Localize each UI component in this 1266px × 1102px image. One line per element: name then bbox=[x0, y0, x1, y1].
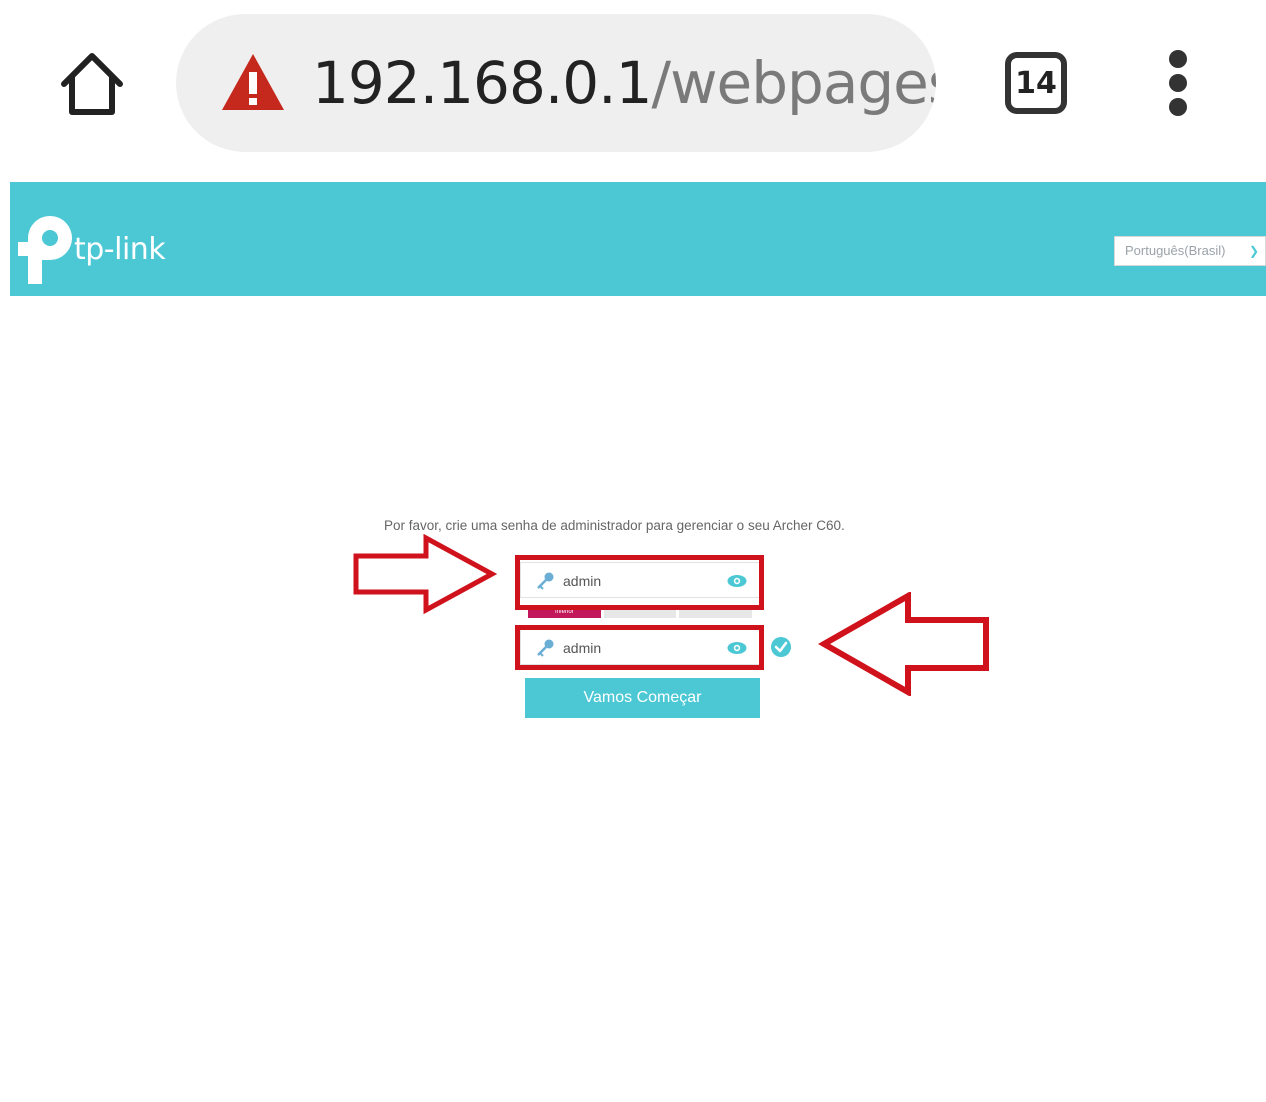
new-password-field[interactable]: admin bbox=[520, 562, 760, 598]
address-bar[interactable]: 192.168.0.1/webpages/ bbox=[176, 14, 936, 152]
url-text[interactable]: 192.168.0.1/webpages/ bbox=[312, 50, 936, 116]
router-header: tp-link Português(Brasil) ❯ bbox=[10, 182, 1266, 296]
annotation-arrow-left-icon bbox=[818, 592, 989, 696]
brand-name: tp-link bbox=[74, 232, 166, 267]
language-value: Português(Brasil) bbox=[1125, 243, 1226, 258]
show-password-eye-icon[interactable] bbox=[727, 574, 747, 588]
setup-instruction: Por favor, crie uma senha de administrad… bbox=[384, 518, 845, 533]
strength-strong bbox=[679, 606, 753, 618]
strength-medium bbox=[603, 606, 677, 618]
menu-dot-icon bbox=[1169, 98, 1187, 116]
key-icon bbox=[537, 639, 554, 657]
confirm-password-value: admin bbox=[563, 640, 602, 656]
key-icon bbox=[537, 572, 554, 590]
chevron-down-icon: ❯ bbox=[1248, 244, 1259, 258]
home-icon bbox=[61, 53, 123, 115]
home-button[interactable] bbox=[56, 48, 128, 120]
annotation-arrow-right-icon bbox=[353, 534, 498, 614]
confirm-password-field[interactable]: admin bbox=[520, 629, 760, 665]
menu-dot-icon bbox=[1169, 74, 1187, 92]
password-value: admin bbox=[563, 573, 602, 589]
password-strength-meter: Inferior bbox=[528, 606, 753, 618]
browser-toolbar: 192.168.0.1/webpages/ 14 bbox=[0, 0, 1266, 170]
tab-switcher-button[interactable]: 14 bbox=[1005, 52, 1067, 114]
warning-triangle-icon[interactable] bbox=[220, 52, 286, 112]
check-circle-icon bbox=[771, 637, 791, 657]
show-password-eye-icon[interactable] bbox=[727, 641, 747, 655]
url-host: 192.168.0.1 bbox=[312, 49, 653, 117]
language-select[interactable]: Português(Brasil) ❯ bbox=[1114, 236, 1266, 266]
menu-dot-icon bbox=[1169, 50, 1187, 68]
overflow-menu-button[interactable] bbox=[1162, 50, 1194, 116]
url-path: /webpages/ bbox=[651, 49, 936, 117]
tp-link-logo-icon bbox=[18, 216, 72, 284]
start-button[interactable]: Vamos Começar bbox=[525, 678, 760, 718]
strength-weak: Inferior bbox=[528, 606, 601, 618]
